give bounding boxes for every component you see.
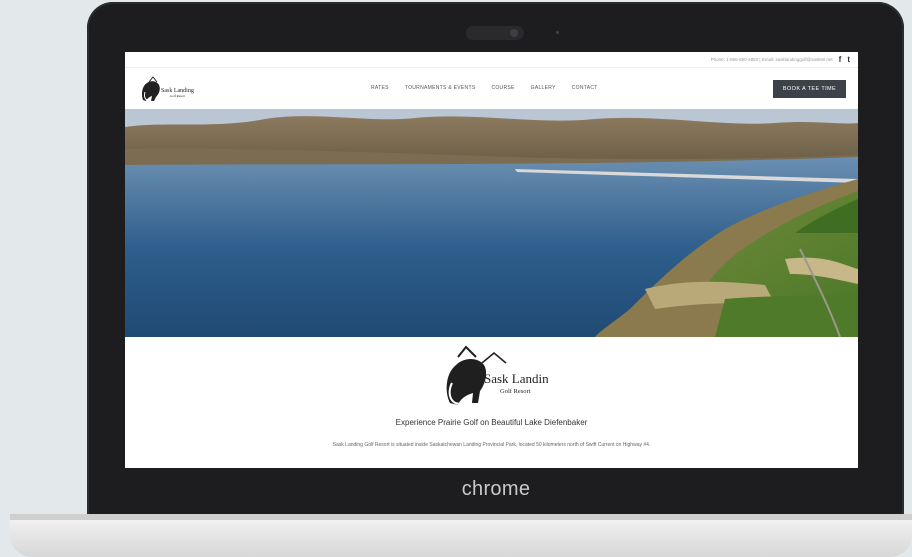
resort-logo-large: Sask Landing Golf Resort (446, 345, 548, 405)
nav-course[interactable]: COURSE (491, 85, 514, 91)
top-contact-bar: Phone: 1-866-650-4853 | Email: sasklandi… (125, 52, 858, 68)
resort-description: Sask Landing Golf Resort is situated ins… (332, 442, 651, 448)
intro-section: Sask Landing Golf Resort Experience Prai… (125, 337, 858, 468)
camera-icon (510, 29, 518, 37)
tumblr-icon[interactable]: t (847, 55, 850, 64)
logo-subtitle: Golf Resort (170, 94, 185, 98)
book-tee-time-button[interactable]: BOOK A TEE TIME (773, 80, 846, 98)
logo-subtitle: Golf Resort (500, 388, 531, 395)
hero-lake-photo (125, 109, 858, 337)
nav-gallery[interactable]: GALLERY (531, 85, 556, 91)
laptop-base-hinge (10, 514, 912, 520)
nav-rates[interactable]: RATES (371, 85, 389, 91)
laptop-screen: Phone: 1-866-650-4853 | Email: sasklandi… (125, 52, 858, 468)
site-logo[interactable]: Sask Landing Golf Resort (137, 74, 197, 104)
nav-contact[interactable]: CONTACT (572, 85, 598, 91)
logo-wordmark: Sask Landing (484, 371, 548, 386)
facebook-icon[interactable]: f (839, 55, 842, 64)
mammoth-logo-icon (142, 76, 160, 101)
laptop-base (10, 514, 912, 557)
primary-nav: RATES TOURNAMENTS & EVENTS COURSE GALLER… (371, 85, 598, 91)
contact-info: Phone: 1-866-650-4853 | Email: sasklandi… (710, 57, 833, 62)
camera-indicator-light (556, 31, 559, 34)
chrome-brand-label: chrome (461, 478, 531, 500)
tagline: Experience Prairie Golf on Beautiful Lak… (395, 418, 588, 427)
main-navbar: Sask Landing Golf Resort RATES TOURNAMEN… (125, 68, 858, 110)
nav-tournaments-events[interactable]: TOURNAMENTS & EVENTS (405, 85, 476, 91)
